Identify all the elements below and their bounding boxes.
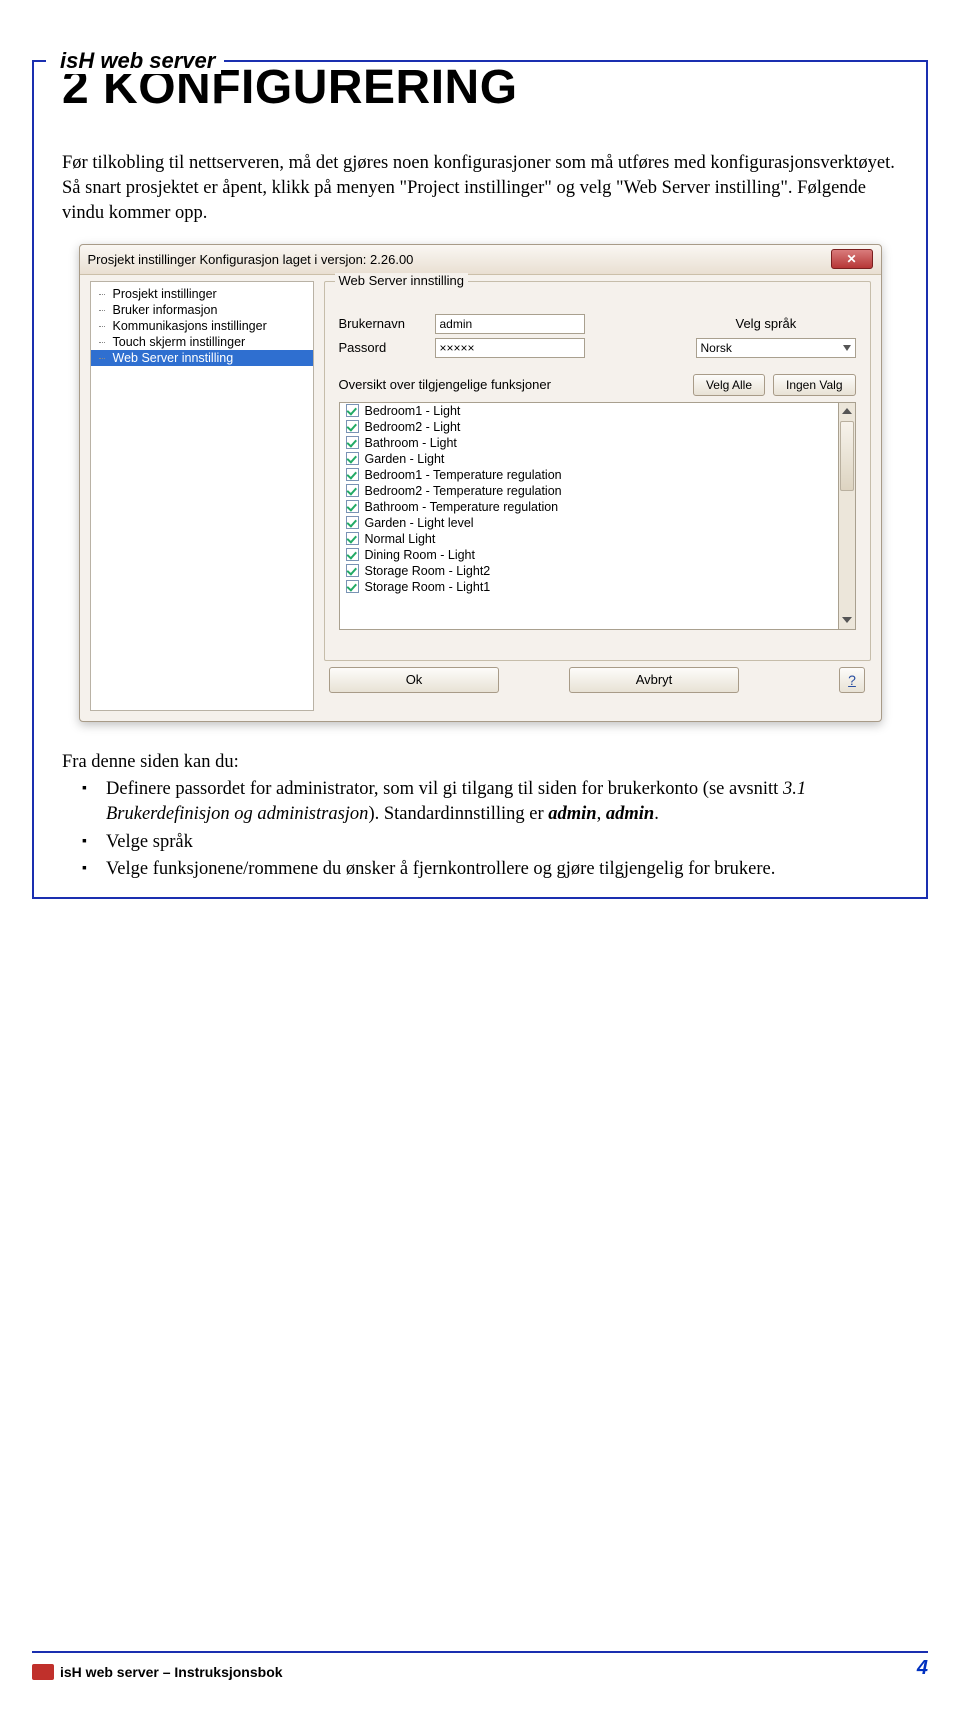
settings-tree[interactable]: Prosjekt instillinger Bruker informasjon… [90,281,314,711]
dialog-title: Prosjekt instillinger Konfigurasjon lage… [88,252,414,267]
select-none-button[interactable]: Ingen Valg [773,374,856,396]
list-item: Definere passordet for administrator, so… [106,777,898,828]
list-item[interactable]: Garden - Light level [340,515,838,531]
help-button[interactable]: ? [839,667,865,693]
list-item[interactable]: Garden - Light [340,451,838,467]
group-legend: Web Server innstilling [335,273,468,288]
checkbox-icon[interactable] [346,420,359,433]
list-item: Velge funksjonene/rommene du ønsker å fj… [106,857,898,883]
tree-item[interactable]: Touch skjerm instillinger [91,334,313,350]
checkbox-icon[interactable] [346,564,359,577]
webserver-groupbox: Web Server innstilling Brukernavn Velg s… [324,281,871,661]
scroll-up-icon[interactable] [839,403,855,420]
scroll-down-icon[interactable] [839,612,855,629]
list-item[interactable]: Storage Room - Light1 [340,579,838,595]
checkbox-icon[interactable] [346,484,359,497]
page-footer: isH web server – Instruksjonsbok 4 [32,1651,928,1680]
close-button[interactable]: ✕ [831,249,873,269]
intro-paragraph: Før tilkobling til nettserveren, må det … [62,151,898,226]
password-label: Passord [339,340,421,355]
bullet-list: Definere passordet for administrator, so… [62,777,898,883]
tree-item[interactable]: Bruker informasjon [91,302,313,318]
list-scrollbar[interactable] [839,402,856,630]
checkbox-icon[interactable] [346,404,359,417]
list-item: Velge språk [106,830,898,856]
page-number: 4 [917,1657,928,1680]
language-selected: Norsk [701,341,732,355]
tree-item[interactable]: Kommunikasjons instillinger [91,318,313,334]
tree-item[interactable]: Prosjekt instillinger [91,286,313,302]
list-item[interactable]: Bedroom2 - Light [340,419,838,435]
language-dropdown[interactable]: Norsk [696,338,856,358]
checkbox-icon[interactable] [346,580,359,593]
running-header: isH web server [54,48,221,74]
list-item[interactable]: Normal Light [340,531,838,547]
settings-dialog: Prosjekt instillinger Konfigurasjon lage… [79,244,882,722]
functions-label: Oversikt over tilgjengelige funksjoner [339,377,685,392]
ok-button[interactable]: Ok [329,667,499,693]
list-item[interactable]: Bedroom2 - Temperature regulation [340,483,838,499]
username-label: Brukernavn [339,316,421,331]
bullet-intro: Fra denne siden kan du: [62,752,898,773]
checkbox-icon[interactable] [346,452,359,465]
list-item[interactable]: Bedroom1 - Light [340,403,838,419]
cancel-button[interactable]: Avbryt [569,667,739,693]
list-item[interactable]: Bathroom - Light [340,435,838,451]
list-item[interactable]: Bedroom1 - Temperature regulation [340,467,838,483]
tree-item-webserver[interactable]: Web Server innstilling [91,350,313,366]
username-field[interactable] [435,314,585,334]
scroll-thumb[interactable] [840,421,854,491]
list-item[interactable]: Bathroom - Temperature regulation [340,499,838,515]
checkbox-icon[interactable] [346,500,359,513]
checkbox-icon[interactable] [346,468,359,481]
language-label: Velg språk [736,316,856,331]
list-item[interactable]: Storage Room - Light2 [340,563,838,579]
checkbox-icon[interactable] [346,436,359,449]
dialog-titlebar: Prosjekt instillinger Konfigurasjon lage… [80,245,881,275]
functions-listbox[interactable]: Bedroom1 - Light Bedroom2 - Light Bathro… [339,402,839,630]
logo-icon [32,1664,54,1680]
checkbox-icon[interactable] [346,516,359,529]
password-field[interactable] [435,338,585,358]
checkbox-icon[interactable] [346,532,359,545]
checkbox-icon[interactable] [346,548,359,561]
footer-text: isH web server – Instruksjonsbok [60,1664,283,1680]
list-item[interactable]: Dining Room - Light [340,547,838,563]
select-all-button[interactable]: Velg Alle [693,374,765,396]
close-icon: ✕ [846,253,856,265]
